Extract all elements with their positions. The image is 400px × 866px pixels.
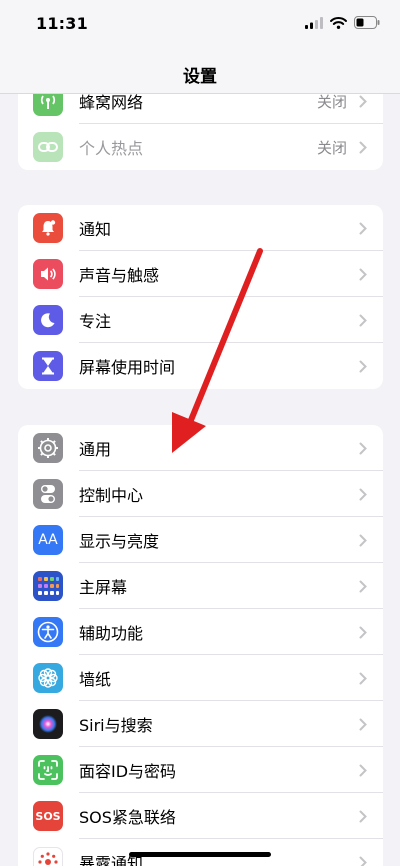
- settings-row-label: 屏幕使用时间: [79, 358, 176, 377]
- status-time: 11:31: [36, 14, 88, 33]
- notifications-group: 通知 声音与触感 专注 屏幕使用时间: [18, 205, 383, 389]
- settings-row-home-screen[interactable]: 主屏幕: [18, 563, 383, 609]
- settings-row-label: 通用: [79, 440, 112, 459]
- cellular-signal-icon: [305, 16, 323, 29]
- settings-row-label: SOS紧急联络: [79, 808, 176, 827]
- home-indicator[interactable]: [129, 852, 271, 857]
- settings-row-sounds[interactable]: 声音与触感: [18, 251, 383, 297]
- settings-row-notifications[interactable]: 通知: [18, 205, 383, 251]
- flower-icon: [33, 663, 63, 693]
- page-title: 设置: [183, 67, 217, 87]
- chevron-right-icon: [359, 626, 367, 639]
- battery-icon: [354, 16, 380, 29]
- aa-glyph: AA: [38, 532, 58, 548]
- wifi-icon: [330, 16, 347, 29]
- sos-glyph: SOS: [35, 809, 61, 823]
- chevron-right-icon: [359, 488, 367, 501]
- speaker-icon: [33, 259, 63, 289]
- chevron-right-icon: [359, 314, 367, 327]
- settings-row-label: 专注: [79, 312, 112, 331]
- chevron-right-icon: [359, 442, 367, 455]
- settings-row-label: 显示与亮度: [79, 532, 160, 551]
- exposure-icon: [33, 847, 63, 866]
- settings-row-label: 主屏幕: [79, 578, 128, 597]
- status-icons: [305, 16, 380, 29]
- settings-row-label: 声音与触感: [79, 266, 160, 285]
- settings-row-faceid[interactable]: 面容ID与密码: [18, 747, 383, 793]
- chevron-right-icon: [359, 268, 367, 281]
- settings-row-label: 通知: [79, 220, 112, 239]
- settings-row-accessibility[interactable]: 辅助功能: [18, 609, 383, 655]
- chevron-right-icon: [359, 856, 367, 866]
- settings-row-label: 墙纸: [79, 670, 112, 689]
- chevron-right-icon: [359, 360, 367, 373]
- settings-list: 蜂窝网络 关闭 个人热点 关闭 通知 声音与触感 专注 屏幕使用时间 通用 控制…: [0, 0, 400, 866]
- chevron-right-icon: [359, 764, 367, 777]
- chevron-right-icon: [359, 810, 367, 823]
- settings-row-display[interactable]: AA 显示与亮度: [18, 517, 383, 563]
- chevron-right-icon: [359, 534, 367, 547]
- settings-row-screen-time[interactable]: 屏幕使用时间: [18, 343, 383, 389]
- chevron-right-icon: [359, 718, 367, 731]
- accessibility-icon: [33, 617, 63, 647]
- settings-row-general[interactable]: 通用: [18, 425, 383, 471]
- settings-row-hotspot[interactable]: 个人热点 关闭: [18, 124, 383, 170]
- chevron-right-icon: [359, 141, 367, 154]
- settings-row-value: 关闭: [316, 138, 347, 157]
- moon-icon: [33, 305, 63, 335]
- home-grid-icon: [33, 571, 63, 601]
- settings-row-wallpaper[interactable]: 墙纸: [18, 655, 383, 701]
- link-icon: [33, 132, 63, 162]
- chevron-right-icon: [359, 580, 367, 593]
- toggles-icon: [33, 479, 63, 509]
- settings-row-label: 辅助功能: [79, 624, 144, 643]
- bell-icon: [33, 213, 63, 243]
- navigation-bar: 设置: [0, 50, 400, 94]
- hourglass-icon: [33, 351, 63, 381]
- settings-row-label: Siri与搜索: [79, 716, 153, 735]
- gear-icon: [33, 433, 63, 463]
- settings-row-control-center[interactable]: 控制中心: [18, 471, 383, 517]
- settings-row-siri[interactable]: Siri与搜索: [18, 701, 383, 747]
- settings-row-label: 面容ID与密码: [79, 762, 177, 781]
- chevron-right-icon: [359, 222, 367, 235]
- settings-row-label: 个人热点: [79, 139, 144, 158]
- settings-row-sos[interactable]: SOS SOS紧急联络: [18, 793, 383, 839]
- general-group: 通用 控制中心 AA 显示与亮度 主屏幕 辅助功能 墙纸 Siri与搜索 面容I…: [18, 425, 383, 866]
- settings-row-focus[interactable]: 专注: [18, 297, 383, 343]
- settings-row-label: 控制中心: [79, 486, 144, 505]
- faceid-icon: [33, 755, 63, 785]
- sos-icon: SOS: [33, 801, 63, 831]
- chevron-right-icon: [359, 672, 367, 685]
- chevron-right-icon: [359, 95, 367, 108]
- status-bar: 11:31: [0, 0, 400, 50]
- siri-icon: [33, 709, 63, 739]
- aa-icon: AA: [33, 525, 63, 555]
